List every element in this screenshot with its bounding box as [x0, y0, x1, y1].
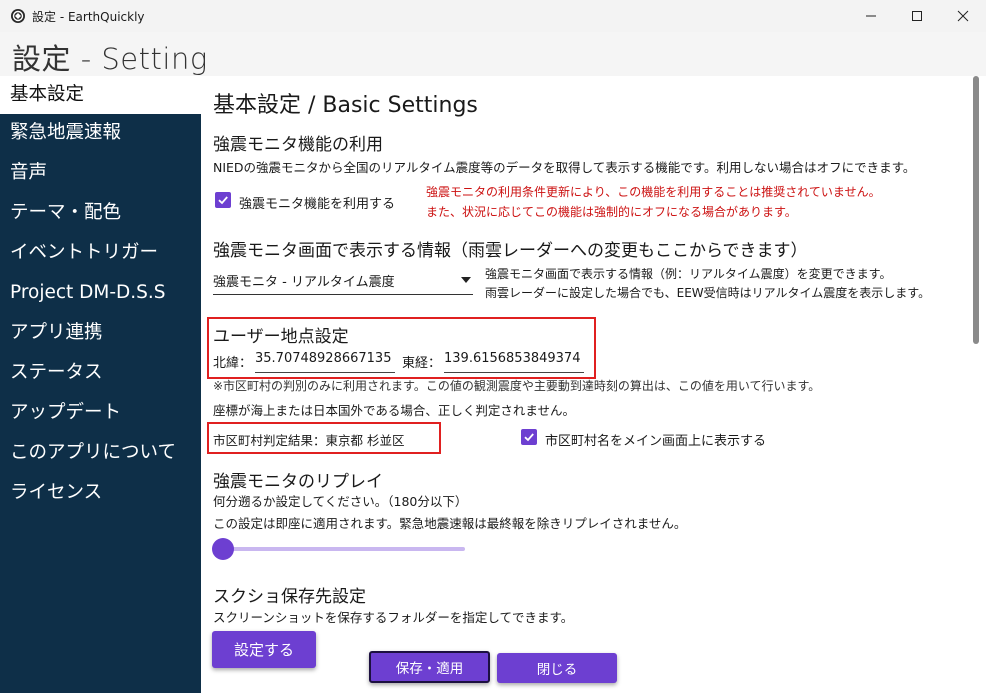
- sidebar-item-eew[interactable]: 緊急地震速報: [0, 114, 201, 152]
- scrollbar-thumb[interactable]: [973, 76, 979, 344]
- monitor-description: NIEDの強震モニタから全国のリアルタイム震度等のデータを取得して表示する機能で…: [213, 160, 916, 175]
- maximize-icon: [912, 11, 922, 21]
- latitude-label: 北緯：: [213, 356, 253, 371]
- monitor-warning-line2: また、状況に応じてこの機能は強制的にオフになる場合があります。: [426, 205, 797, 219]
- location-note-line1: ※市区町村の判別のみに利用されます。この値の観測震度や主要動到達時刻の算出は、こ…: [213, 379, 821, 393]
- checkmark-icon: [524, 433, 534, 442]
- sidebar: 基本設定 緊急地震速報 音声 テーマ・配色 イベントトリガー Project D…: [0, 76, 201, 693]
- app-logo-icon: [11, 9, 25, 23]
- sidebar-item-event-trigger[interactable]: イベントトリガー: [0, 234, 201, 272]
- replay-slider-track[interactable]: [215, 547, 465, 551]
- screenshot-heading: スクショ保存先設定: [213, 587, 366, 607]
- location-note-line2: 座標が海上または日本国外である場合、正しく判定されません。: [213, 403, 576, 418]
- dropdown-arrow-icon: [461, 277, 471, 283]
- latitude-field[interactable]: 35.70748928667135: [255, 351, 391, 366]
- sidebar-item-theme[interactable]: テーマ・配色: [0, 194, 201, 232]
- display-info-heading: 強震モニタ画面で表示する情報（雨雲レーダーへの変更もここからできます）: [213, 241, 808, 261]
- checkmark-icon: [218, 196, 228, 205]
- replay-slider-thumb[interactable]: [212, 538, 234, 560]
- sidebar-item-dmdss[interactable]: Project DM-D.S.S: [0, 274, 201, 312]
- section-title: 基本設定 / Basic Settings: [213, 93, 478, 118]
- sidebar-item-license[interactable]: ライセンス: [0, 474, 201, 512]
- display-info-select[interactable]: 強震モニタ - リアルタイム震度: [213, 268, 475, 294]
- page-title: 設定 - Setting: [12, 42, 208, 76]
- close-button[interactable]: 閉じる: [497, 653, 617, 683]
- settings-content: 基本設定 / Basic Settings 強震モニタ機能の利用 NIEDの強震…: [201, 76, 986, 693]
- sidebar-item-app-integration[interactable]: アプリ連携: [0, 314, 201, 352]
- maximize-button[interactable]: [894, 0, 940, 32]
- monitor-heading: 強震モニタ機能の利用: [213, 135, 383, 155]
- minimize-icon: [866, 15, 876, 17]
- sidebar-item-update[interactable]: アップデート: [0, 394, 201, 432]
- longitude-label: 東経：: [402, 356, 442, 371]
- close-icon: [957, 10, 969, 22]
- latitude-underline: [255, 372, 395, 373]
- show-city-checkbox[interactable]: [521, 429, 537, 445]
- replay-desc-line1: 何分遡るか設定してください。（180分以下）: [213, 494, 468, 509]
- city-result: 市区町村判定結果：東京都 杉並区: [213, 433, 405, 448]
- sidebar-item-audio[interactable]: 音声: [0, 154, 201, 192]
- monitor-checkbox-label[interactable]: 強震モニタ機能を利用する: [239, 193, 395, 212]
- replay-desc-line2: この設定は即座に適用されます。緊急地震速報は最終報を除きリプレイされません。: [213, 516, 687, 531]
- window-title: 設定 - EarthQuickly: [32, 10, 145, 24]
- select-underline: [213, 294, 473, 295]
- window-titlebar[interactable]: 設定 - EarthQuickly: [0, 0, 986, 32]
- show-city-checkbox-label[interactable]: 市区町村名をメイン画面上に表示する: [545, 430, 766, 449]
- set-folder-button[interactable]: 設定する: [212, 631, 316, 668]
- replay-heading: 強震モニタのリプレイ: [213, 472, 383, 492]
- minimize-button[interactable]: [848, 0, 894, 32]
- display-info-desc-line2: 雨雲レーダーに設定した場合でも、EEW受信時はリアルタイム震度を表示します。: [485, 286, 931, 300]
- close-window-button[interactable]: [940, 0, 986, 32]
- app-header: 設定 - Setting: [0, 32, 986, 76]
- display-info-selected: 強震モニタ - リアルタイム震度: [213, 275, 395, 290]
- longitude-field[interactable]: 139.6156853849374: [444, 351, 580, 366]
- sidebar-item-about[interactable]: このアプリについて: [0, 434, 201, 472]
- display-info-desc-line1: 強震モニタ画面で表示する情報（例：リアルタイム震度）を変更できます。: [485, 267, 892, 281]
- monitor-warning-line1: 強震モニタの利用条件更新により、この機能を利用することは推奨されていません。: [426, 185, 881, 199]
- sidebar-item-basic[interactable]: 基本設定: [0, 76, 201, 114]
- monitor-checkbox[interactable]: [215, 192, 231, 208]
- save-apply-button[interactable]: 保存・適用: [369, 651, 490, 683]
- sidebar-item-status[interactable]: ステータス: [0, 354, 201, 392]
- longitude-underline: [444, 372, 584, 373]
- screenshot-description: スクリーンショットを保存するフォルダーを指定してできます。: [213, 610, 574, 625]
- user-location-heading: ユーザー地点設定: [213, 327, 349, 347]
